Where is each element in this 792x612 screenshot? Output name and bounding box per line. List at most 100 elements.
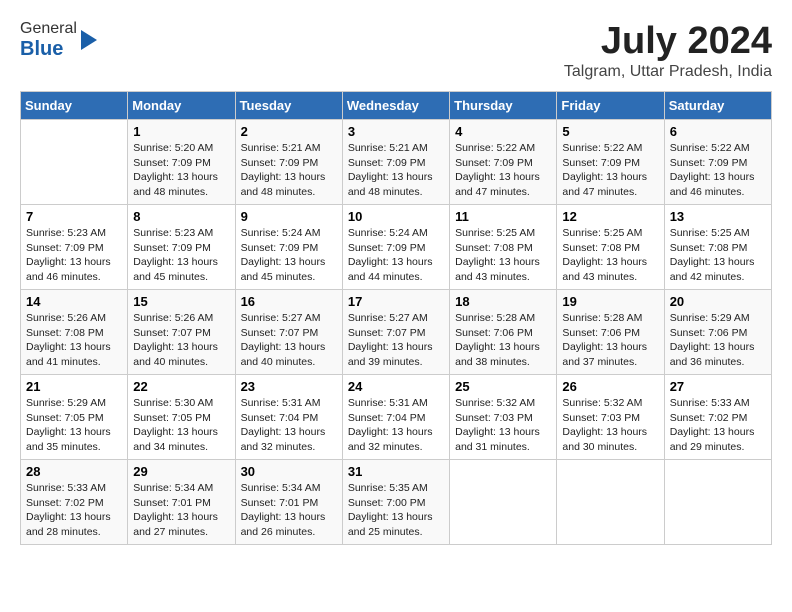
day-info: Sunrise: 5:32 AM Sunset: 7:03 PM Dayligh… xyxy=(562,396,658,455)
calendar-body: 1 Sunrise: 5:20 AM Sunset: 7:09 PM Daylig… xyxy=(21,120,772,545)
calendar-cell: 10 Sunrise: 5:24 AM Sunset: 7:09 PM Dayli… xyxy=(342,205,449,290)
day-number: 19 xyxy=(562,294,658,309)
day-info: Sunrise: 5:28 AM Sunset: 7:06 PM Dayligh… xyxy=(562,311,658,370)
calendar-cell: 28 Sunrise: 5:33 AM Sunset: 7:02 PM Dayli… xyxy=(21,460,128,545)
day-info: Sunrise: 5:25 AM Sunset: 7:08 PM Dayligh… xyxy=(670,226,766,285)
day-info: Sunrise: 5:26 AM Sunset: 7:07 PM Dayligh… xyxy=(133,311,229,370)
day-number: 1 xyxy=(133,124,229,139)
day-number: 16 xyxy=(241,294,337,309)
day-info: Sunrise: 5:33 AM Sunset: 7:02 PM Dayligh… xyxy=(26,481,122,540)
calendar-cell: 23 Sunrise: 5:31 AM Sunset: 7:04 PM Dayli… xyxy=(235,375,342,460)
calendar-cell: 3 Sunrise: 5:21 AM Sunset: 7:09 PM Daylig… xyxy=(342,120,449,205)
calendar-cell: 21Sunrise: 5:29 AM Sunset: 7:05 PM Dayli… xyxy=(21,375,128,460)
day-number: 2 xyxy=(241,124,337,139)
day-number: 10 xyxy=(348,209,444,224)
month-title: July 2024 xyxy=(564,20,772,63)
day-number: 6 xyxy=(670,124,766,139)
week-row-3: 14Sunrise: 5:26 AM Sunset: 7:08 PM Dayli… xyxy=(21,290,772,375)
day-number: 31 xyxy=(348,464,444,479)
calendar-cell: 14Sunrise: 5:26 AM Sunset: 7:08 PM Dayli… xyxy=(21,290,128,375)
day-header-thursday: Thursday xyxy=(450,92,557,120)
calendar-cell: 9 Sunrise: 5:24 AM Sunset: 7:09 PM Daylig… xyxy=(235,205,342,290)
day-number: 27 xyxy=(670,379,766,394)
day-number: 12 xyxy=(562,209,658,224)
day-info: Sunrise: 5:35 AM Sunset: 7:00 PM Dayligh… xyxy=(348,481,444,540)
calendar-cell: 2 Sunrise: 5:21 AM Sunset: 7:09 PM Daylig… xyxy=(235,120,342,205)
day-number: 9 xyxy=(241,209,337,224)
day-info: Sunrise: 5:22 AM Sunset: 7:09 PM Dayligh… xyxy=(455,141,551,200)
day-number: 3 xyxy=(348,124,444,139)
day-info: Sunrise: 5:24 AM Sunset: 7:09 PM Dayligh… xyxy=(241,226,337,285)
day-header-sunday: Sunday xyxy=(21,92,128,120)
day-header-saturday: Saturday xyxy=(664,92,771,120)
day-info: Sunrise: 5:32 AM Sunset: 7:03 PM Dayligh… xyxy=(455,396,551,455)
day-number: 11 xyxy=(455,209,551,224)
day-info: Sunrise: 5:31 AM Sunset: 7:04 PM Dayligh… xyxy=(241,396,337,455)
day-number: 13 xyxy=(670,209,766,224)
calendar-cell: 31 Sunrise: 5:35 AM Sunset: 7:00 PM Dayli… xyxy=(342,460,449,545)
week-row-4: 21Sunrise: 5:29 AM Sunset: 7:05 PM Dayli… xyxy=(21,375,772,460)
day-info: Sunrise: 5:33 AM Sunset: 7:02 PM Dayligh… xyxy=(670,396,766,455)
day-info: Sunrise: 5:23 AM Sunset: 7:09 PM Dayligh… xyxy=(26,226,122,285)
calendar-cell: 13 Sunrise: 5:25 AM Sunset: 7:08 PM Dayli… xyxy=(664,205,771,290)
calendar-cell: 4 Sunrise: 5:22 AM Sunset: 7:09 PM Daylig… xyxy=(450,120,557,205)
day-number: 26 xyxy=(562,379,658,394)
day-number: 8 xyxy=(133,209,229,224)
calendar-table: SundayMondayTuesdayWednesdayThursdayFrid… xyxy=(20,91,772,545)
calendar-cell xyxy=(21,120,128,205)
calendar-cell: 5Sunrise: 5:22 AM Sunset: 7:09 PM Daylig… xyxy=(557,120,664,205)
day-info: Sunrise: 5:23 AM Sunset: 7:09 PM Dayligh… xyxy=(133,226,229,285)
calendar-cell: 19 Sunrise: 5:28 AM Sunset: 7:06 PM Dayli… xyxy=(557,290,664,375)
day-number: 15 xyxy=(133,294,229,309)
day-info: Sunrise: 5:30 AM Sunset: 7:05 PM Dayligh… xyxy=(133,396,229,455)
week-row-1: 1 Sunrise: 5:20 AM Sunset: 7:09 PM Daylig… xyxy=(21,120,772,205)
title-block: July 2024 Talgram, Uttar Pradesh, India xyxy=(564,20,772,81)
logo-general-text: General xyxy=(20,20,77,38)
calendar-cell: 16Sunrise: 5:27 AM Sunset: 7:07 PM Dayli… xyxy=(235,290,342,375)
day-info: Sunrise: 5:21 AM Sunset: 7:09 PM Dayligh… xyxy=(241,141,337,200)
calendar-cell: 22Sunrise: 5:30 AM Sunset: 7:05 PM Dayli… xyxy=(128,375,235,460)
day-header-wednesday: Wednesday xyxy=(342,92,449,120)
day-info: Sunrise: 5:25 AM Sunset: 7:08 PM Dayligh… xyxy=(455,226,551,285)
calendar-cell: 8 Sunrise: 5:23 AM Sunset: 7:09 PM Daylig… xyxy=(128,205,235,290)
calendar-cell: 24 Sunrise: 5:31 AM Sunset: 7:04 PM Dayli… xyxy=(342,375,449,460)
calendar-cell xyxy=(664,460,771,545)
day-number: 7 xyxy=(26,209,122,224)
week-row-5: 28 Sunrise: 5:33 AM Sunset: 7:02 PM Dayli… xyxy=(21,460,772,545)
calendar-cell: 1 Sunrise: 5:20 AM Sunset: 7:09 PM Daylig… xyxy=(128,120,235,205)
calendar-cell: 20 Sunrise: 5:29 AM Sunset: 7:06 PM Dayli… xyxy=(664,290,771,375)
calendar-cell: 25 Sunrise: 5:32 AM Sunset: 7:03 PM Dayli… xyxy=(450,375,557,460)
day-info: Sunrise: 5:26 AM Sunset: 7:08 PM Dayligh… xyxy=(26,311,122,370)
day-number: 5 xyxy=(562,124,658,139)
day-number: 20 xyxy=(670,294,766,309)
day-number: 25 xyxy=(455,379,551,394)
calendar-cell xyxy=(557,460,664,545)
day-info: Sunrise: 5:21 AM Sunset: 7:09 PM Dayligh… xyxy=(348,141,444,200)
day-number: 28 xyxy=(26,464,122,479)
day-info: Sunrise: 5:34 AM Sunset: 7:01 PM Dayligh… xyxy=(241,481,337,540)
day-info: Sunrise: 5:29 AM Sunset: 7:05 PM Dayligh… xyxy=(26,396,122,455)
calendar-header-row: SundayMondayTuesdayWednesdayThursdayFrid… xyxy=(21,92,772,120)
day-info: Sunrise: 5:20 AM Sunset: 7:09 PM Dayligh… xyxy=(133,141,229,200)
day-info: Sunrise: 5:31 AM Sunset: 7:04 PM Dayligh… xyxy=(348,396,444,455)
week-row-2: 7 Sunrise: 5:23 AM Sunset: 7:09 PM Daylig… xyxy=(21,205,772,290)
logo-arrow-icon xyxy=(81,30,97,50)
day-info: Sunrise: 5:24 AM Sunset: 7:09 PM Dayligh… xyxy=(348,226,444,285)
calendar-cell: 7 Sunrise: 5:23 AM Sunset: 7:09 PM Daylig… xyxy=(21,205,128,290)
day-info: Sunrise: 5:29 AM Sunset: 7:06 PM Dayligh… xyxy=(670,311,766,370)
calendar-cell: 29Sunrise: 5:34 AM Sunset: 7:01 PM Dayli… xyxy=(128,460,235,545)
logo-blue-text: Blue xyxy=(20,38,77,60)
calendar-cell: 30 Sunrise: 5:34 AM Sunset: 7:01 PM Dayli… xyxy=(235,460,342,545)
calendar-cell: 18Sunrise: 5:28 AM Sunset: 7:06 PM Dayli… xyxy=(450,290,557,375)
calendar-cell: 26 Sunrise: 5:32 AM Sunset: 7:03 PM Dayli… xyxy=(557,375,664,460)
calendar-cell xyxy=(450,460,557,545)
day-number: 30 xyxy=(241,464,337,479)
day-number: 24 xyxy=(348,379,444,394)
day-info: Sunrise: 5:22 AM Sunset: 7:09 PM Dayligh… xyxy=(670,141,766,200)
day-number: 18 xyxy=(455,294,551,309)
day-header-monday: Monday xyxy=(128,92,235,120)
day-number: 4 xyxy=(455,124,551,139)
day-number: 23 xyxy=(241,379,337,394)
calendar-cell: 11 Sunrise: 5:25 AM Sunset: 7:08 PM Dayli… xyxy=(450,205,557,290)
calendar-cell: 6 Sunrise: 5:22 AM Sunset: 7:09 PM Daylig… xyxy=(664,120,771,205)
